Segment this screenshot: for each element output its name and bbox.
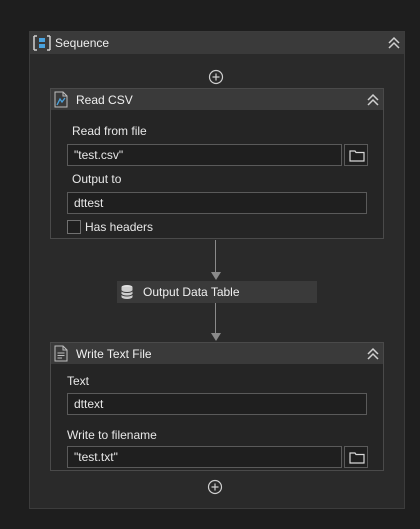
connector-arrow-icon — [211, 333, 221, 341]
double-chevron-up-icon[interactable] — [366, 93, 380, 107]
text-input[interactable] — [67, 393, 367, 415]
write-text-file-title: Write Text File — [76, 347, 152, 361]
add-activity-top-button[interactable] — [208, 69, 224, 85]
connector-line — [215, 240, 216, 273]
browse-file-button[interactable] — [344, 144, 368, 166]
has-headers-checkbox[interactable] — [67, 220, 81, 234]
write-to-filename-label: Write to filename — [67, 428, 157, 442]
add-activity-bottom-button[interactable] — [207, 479, 223, 495]
text-file-icon — [54, 345, 68, 362]
connector-arrow-icon — [211, 272, 221, 280]
write-text-file-header[interactable]: Write Text File — [51, 343, 383, 364]
sequence-header[interactable]: Sequence — [30, 32, 404, 54]
sequence-icon — [33, 35, 51, 51]
double-chevron-up-icon[interactable] — [387, 36, 401, 50]
folder-icon — [349, 452, 365, 464]
output-data-table-activity[interactable]: Output Data Table — [117, 281, 317, 303]
sequence-title: Sequence — [55, 36, 110, 50]
output-data-table-title: Output Data Table — [143, 285, 240, 299]
read-csv-title: Read CSV — [76, 93, 133, 107]
write-to-filename-input[interactable] — [67, 446, 342, 468]
read-csv-header[interactable]: Read CSV — [51, 89, 383, 110]
write-text-file-activity[interactable]: Write Text File Text Write to filename — [50, 342, 384, 471]
workflow-designer-canvas: Sequence Read CSV Read from file "test.c… — [0, 0, 420, 529]
read-from-file-input[interactable] — [67, 144, 342, 166]
double-chevron-up-icon[interactable] — [366, 347, 380, 361]
output-to-label: Output to — [72, 172, 122, 186]
csv-file-icon — [54, 91, 68, 108]
has-headers-label: Has headers — [85, 220, 154, 234]
database-icon — [121, 285, 133, 299]
output-to-input[interactable] — [67, 192, 367, 214]
folder-icon — [349, 150, 365, 162]
browse-file-button[interactable] — [344, 446, 368, 468]
text-label: Text — [67, 374, 90, 388]
read-from-file-label: Read from file — [72, 124, 147, 138]
connector-line — [215, 303, 216, 334]
read-csv-activity[interactable]: Read CSV Read from file Output to Has he… — [50, 88, 384, 239]
